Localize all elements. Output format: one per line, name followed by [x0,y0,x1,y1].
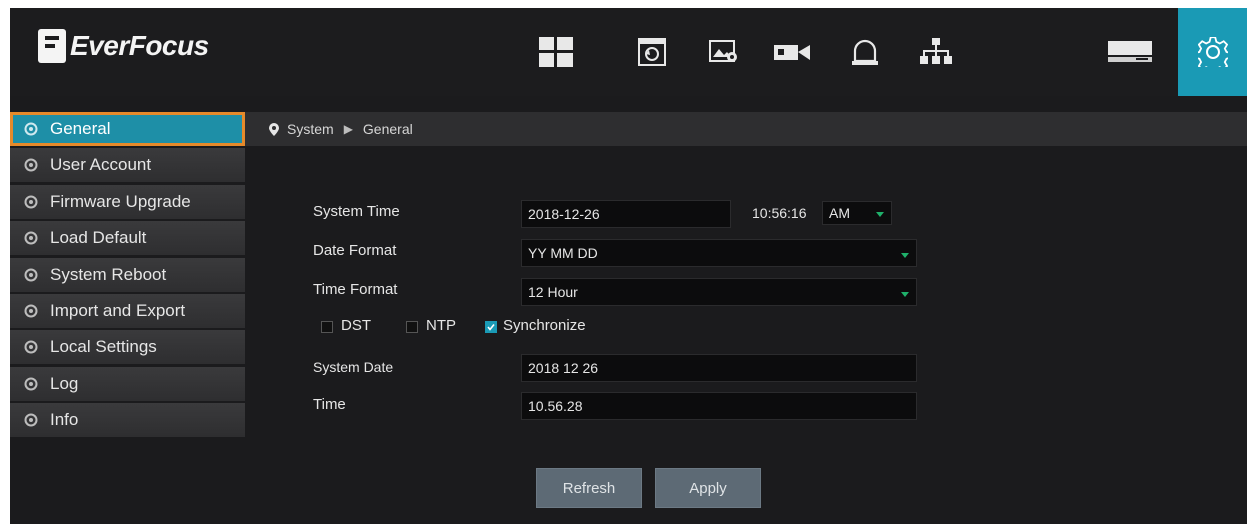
sidebar-item-label: Info [50,410,79,430]
playback-icon[interactable] [622,8,682,96]
refresh-button[interactable]: Refresh [536,468,642,508]
time-label: Time [313,396,346,413]
layout-grid-icon[interactable] [526,8,586,96]
sidebar-item-label: General [50,119,111,138]
top-header: EverFocus [10,8,1247,96]
sidebar-item-label: System Reboot [50,264,167,284]
ampm-value: AM [829,205,850,221]
sidebar-item-local-settings[interactable]: Local Settings [10,330,245,365]
time-format-label: Time Format [313,281,398,298]
time-format-select[interactable]: 12 Hour [521,278,917,306]
dropdown-arrow-icon [876,212,884,217]
storage-icon[interactable] [1100,8,1160,96]
dropdown-arrow-icon [901,253,909,258]
time-format-value: 12 Hour [528,284,578,300]
ntp-checkbox[interactable] [406,321,418,333]
gear-icon [24,413,38,427]
sidebar-item-general[interactable]: General [10,112,245,146]
sidebar-item-load-default[interactable]: Load Default [10,221,245,256]
time-field[interactable]: 10.56.28 [521,392,917,420]
gear-icon [24,195,38,209]
sidebar: General User Account Firmware Upgrade Lo… [10,112,245,440]
gear-icon [24,377,38,391]
system-date-field[interactable]: 2018 12 26 [521,354,917,382]
image-settings-icon[interactable] [694,8,754,96]
gear-icon [24,122,38,136]
sidebar-item-user-account[interactable]: User Account [10,148,245,183]
sidebar-item-import-export[interactable]: Import and Export [10,293,245,328]
system-time-date-field[interactable]: 2018-12-26 [521,200,731,228]
dst-label: DST [341,317,371,334]
app-window: EverFocus General User Account Firmware … [10,8,1247,524]
date-format-value: YY MM DD [528,245,598,261]
breadcrumb: System ▶ General [245,112,1247,146]
location-pin-icon [269,122,279,136]
gear-icon [24,158,38,172]
date-format-select[interactable]: YY MM DD [521,239,917,267]
ntp-label: NTP [426,317,456,334]
date-format-label: Date Format [313,242,397,259]
system-time-time-field[interactable]: 10:56:16 [752,200,807,226]
sidebar-item-system-reboot[interactable]: System Reboot [10,257,245,292]
sidebar-item-label: Load Default [50,228,147,248]
breadcrumb-root[interactable]: System [287,121,334,137]
network-icon[interactable] [906,8,966,96]
settings-gear-icon[interactable] [1178,8,1247,96]
gear-icon [24,340,38,354]
breadcrumb-separator-icon: ▶ [343,122,353,136]
sidebar-item-label: Local Settings [50,337,157,357]
logo-mark [38,29,66,63]
sidebar-item-info[interactable]: Info [10,403,245,438]
sidebar-item-label: Log [50,373,79,393]
dst-checkbox[interactable] [321,321,333,333]
system-date-label: System Date [313,359,394,375]
dropdown-arrow-icon [901,292,909,297]
ampm-select[interactable]: AM [822,201,892,225]
gear-icon [24,304,38,318]
brand-name: EverFocus [70,30,209,61]
sidebar-item-label: Firmware Upgrade [50,191,191,211]
sidebar-item-firmware-upgrade[interactable]: Firmware Upgrade [10,184,245,219]
breadcrumb-current: General [362,121,413,137]
gear-icon [24,231,38,245]
apply-button[interactable]: Apply [655,468,761,508]
synchronize-checkbox[interactable] [485,321,497,333]
synchronize-label: Synchronize [503,317,586,334]
alarm-icon[interactable] [835,8,895,96]
everfocus-logo: EverFocus [38,26,209,66]
gear-icon [24,268,38,282]
sidebar-item-label: Import and Export [50,300,186,320]
sidebar-item-label: User Account [50,155,152,175]
system-time-label: System Time [313,203,400,220]
sidebar-item-log[interactable]: Log [10,366,245,401]
camera-icon[interactable] [762,8,822,96]
